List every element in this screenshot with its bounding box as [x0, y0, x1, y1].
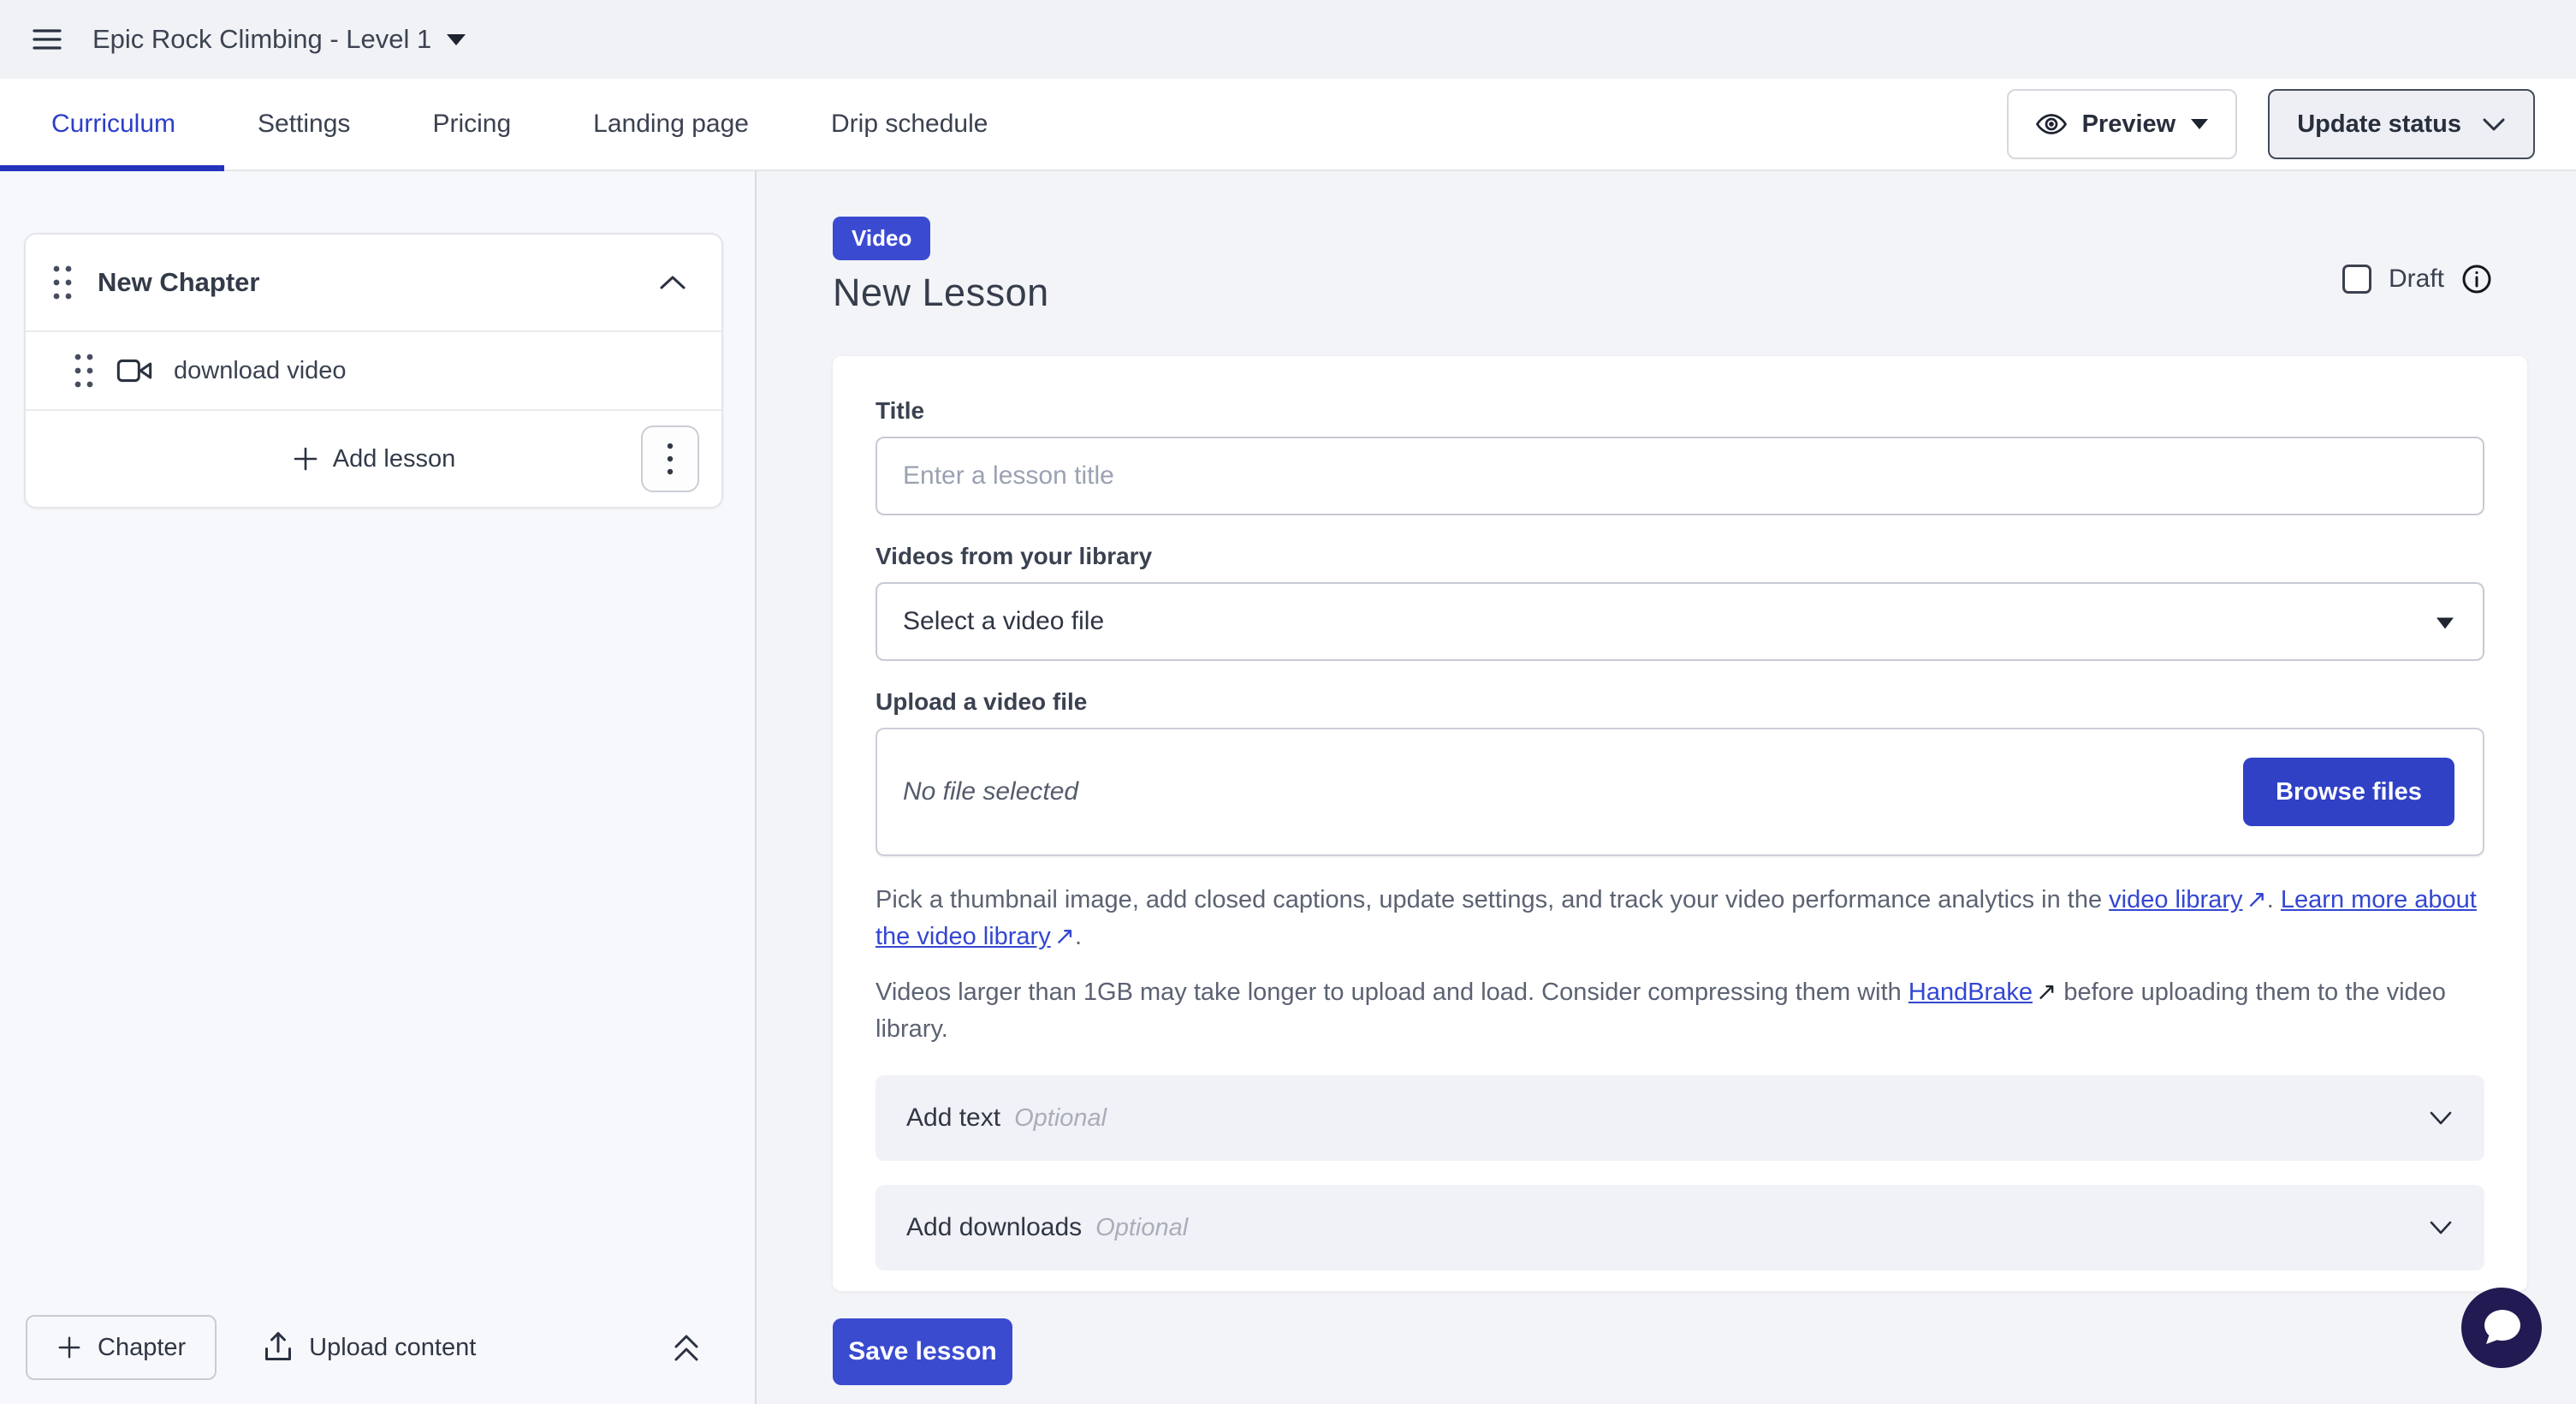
preview-label: Preview — [2082, 110, 2176, 139]
no-file-text: No file selected — [903, 777, 1078, 806]
add-chapter-label: Chapter — [98, 1334, 186, 1362]
optional-tag: Optional — [1095, 1214, 1188, 1242]
lesson-type-badge: Video — [833, 217, 930, 260]
chat-bubble-icon — [2479, 1306, 2524, 1349]
active-tab-underline — [0, 165, 224, 171]
lesson-item[interactable]: download video — [26, 330, 721, 411]
lesson-form-card: Title Videos from your library Select a … — [833, 356, 2527, 1291]
lesson-title: download video — [174, 357, 347, 385]
double-chevron-up-icon — [671, 1331, 702, 1364]
external-link-icon: ↗ — [1051, 919, 1075, 955]
help-text-segment: Pick a thumbnail image, add closed capti… — [875, 886, 2109, 913]
chapter-header[interactable]: New Chapter — [26, 235, 721, 330]
help-text-segment: . — [2267, 886, 2281, 913]
video-library-link[interactable]: video library — [2109, 886, 2242, 913]
chapter-menu-button[interactable] — [641, 425, 699, 492]
chevron-up-icon[interactable] — [658, 274, 687, 291]
tab-landing-page[interactable]: Landing page — [552, 79, 790, 170]
add-text-accordion[interactable]: Add text Optional — [875, 1075, 2484, 1161]
optional-tag: Optional — [1014, 1104, 1107, 1133]
tab-curriculum[interactable]: Curriculum — [10, 79, 217, 170]
chevron-down-icon — [2482, 116, 2506, 132]
video-library-select[interactable]: Select a video file — [875, 582, 2484, 661]
add-chapter-button[interactable]: Chapter — [26, 1315, 217, 1380]
add-downloads-accordion[interactable]: Add downloads Optional — [875, 1185, 2484, 1270]
tabbar-actions: Preview Update status — [2007, 89, 2535, 159]
video-camera-icon — [116, 357, 153, 384]
tab-pricing[interactable]: Pricing — [391, 79, 552, 170]
tab-list: Curriculum Settings Pricing Landing page… — [0, 79, 1029, 170]
video-library-help-text: Pick a thumbnail image, add closed capti… — [875, 882, 2484, 955]
tab-settings[interactable]: Settings — [217, 79, 391, 170]
update-status-button[interactable]: Update status — [2268, 89, 2535, 159]
lesson-title-input[interactable] — [875, 437, 2484, 515]
topbar: Epic Rock Climbing - Level 1 — [0, 0, 2576, 79]
kebab-menu-icon — [666, 441, 674, 477]
file-drop-zone[interactable]: No file selected Browse files — [875, 728, 2484, 856]
course-title: Epic Rock Climbing - Level 1 — [92, 24, 431, 55]
title-field-group: Title — [875, 397, 2484, 515]
collapse-sidebar-button[interactable] — [671, 1331, 702, 1364]
chapter-footer: Add lesson — [26, 411, 721, 507]
tab-drip-schedule[interactable]: Drip schedule — [790, 79, 1029, 170]
external-link-icon: ↗ — [2242, 882, 2266, 919]
caret-down-icon — [447, 34, 466, 45]
chevron-down-icon — [2428, 1219, 2454, 1236]
draft-checkbox[interactable] — [2342, 265, 2371, 294]
browse-files-button[interactable]: Browse files — [2243, 758, 2454, 826]
draft-label: Draft — [2389, 265, 2444, 294]
title-field-label: Title — [875, 397, 2484, 425]
add-lesson-label: Add lesson — [333, 445, 456, 473]
chevron-down-icon — [2428, 1110, 2454, 1127]
draft-toggle-group: Draft — [2342, 264, 2492, 294]
help-text-segment: . — [1075, 923, 1082, 950]
course-switcher[interactable]: Epic Rock Climbing - Level 1 — [92, 24, 466, 55]
plus-icon — [56, 1335, 82, 1360]
external-link-icon: ↗ — [2033, 974, 2057, 1011]
chat-widget-button[interactable] — [2461, 1288, 2542, 1368]
curriculum-sidebar: New Chapter — [0, 171, 757, 1404]
compression-help-text: Videos larger than 1GB may take longer t… — [875, 974, 2484, 1048]
upload-content-label: Upload content — [309, 1334, 476, 1362]
upload-field-group: Upload a video file No file selected Bro… — [875, 688, 2484, 856]
library-field-label: Videos from your library — [875, 543, 2484, 570]
handbrake-link[interactable]: HandBrake — [1908, 979, 2033, 1006]
lesson-header: Video New Lesson Draft — [757, 171, 2576, 315]
caret-down-icon — [2191, 119, 2208, 129]
save-lesson-button[interactable]: Save lesson — [833, 1318, 1012, 1385]
select-caret-icon — [2437, 617, 2454, 628]
upload-icon — [263, 1330, 294, 1365]
help-text-segment: Videos larger than 1GB may take longer t… — [875, 979, 1908, 1006]
update-status-label: Update status — [2297, 110, 2461, 139]
upload-content-button[interactable]: Upload content — [263, 1330, 476, 1365]
add-downloads-label: Add downloads — [906, 1213, 1082, 1242]
sidebar-bottom-bar: Chapter Upload content — [0, 1291, 755, 1404]
chapter-title: New Chapter — [98, 267, 259, 298]
lesson-editor: Video New Lesson Draft Title — [757, 171, 2576, 1404]
eye-icon — [2036, 111, 2067, 137]
hamburger-menu-icon[interactable] — [33, 28, 62, 51]
plus-icon — [292, 445, 319, 473]
add-text-label: Add text — [906, 1104, 1000, 1133]
info-icon[interactable] — [2461, 264, 2492, 294]
video-library-select-value: Select a video file — [903, 607, 1104, 636]
page-title: New Lesson — [833, 271, 2492, 315]
tabbar: Curriculum Settings Pricing Landing page… — [0, 79, 2576, 171]
preview-button[interactable]: Preview — [2007, 89, 2238, 159]
drag-handle-icon[interactable] — [53, 265, 72, 300]
add-lesson-button[interactable]: Add lesson — [292, 445, 456, 473]
drag-handle-icon[interactable] — [74, 353, 93, 389]
library-field-group: Videos from your library Select a video … — [875, 543, 2484, 661]
upload-field-label: Upload a video file — [875, 688, 2484, 716]
chapter-card: New Chapter — [24, 233, 723, 509]
